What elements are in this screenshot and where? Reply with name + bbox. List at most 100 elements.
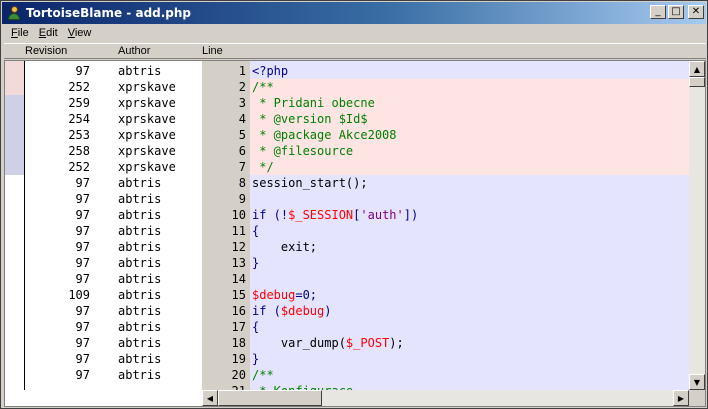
code-token: <?php <box>252 64 289 78</box>
line-number: 7 <box>238 160 246 174</box>
close-button[interactable]: ✕ <box>688 5 704 19</box>
code-token: { <box>252 320 260 334</box>
blame-row[interactable]: 97 abtris <box>25 367 202 383</box>
column-header-author[interactable]: Author <box>118 45 150 57</box>
menu-bar: File Edit View <box>2 24 706 42</box>
code-token: * Pridani obecne <box>252 96 375 110</box>
revision-cell: 97 <box>75 320 90 334</box>
vertical-scroll-thumb[interactable] <box>689 77 705 87</box>
code-line[interactable]: session_start(); <box>250 175 689 191</box>
code-line[interactable]: * Pridani obecne <box>250 95 689 111</box>
menu-file[interactable]: File <box>6 27 34 39</box>
blame-row[interactable]: 97 abtris <box>25 351 202 367</box>
blame-row[interactable]: 97 abtris <box>25 239 202 255</box>
revision-cell: 97 <box>75 240 90 254</box>
author-cell: abtris <box>118 352 162 366</box>
title-bar[interactable]: TortoiseBlame - add.php _ □ ✕ <box>2 2 706 24</box>
tortoiseblame-window: TortoiseBlame - add.php _ □ ✕ File Edit … <box>0 0 708 409</box>
horizontal-scroll-thumb[interactable] <box>218 390 322 406</box>
code-token: { <box>252 224 260 238</box>
author-cell: abtris <box>118 336 162 350</box>
scroll-down-button[interactable]: ▼ <box>689 374 705 390</box>
minimize-button[interactable]: _ <box>650 5 666 19</box>
blame-view[interactable]: 97 abtris 252 xprskave 259 xprskave 254 xprskav… <box>4 60 706 407</box>
menu-file-mnemonic: F <box>11 27 18 39</box>
scroll-left-button[interactable]: ◀ <box>202 390 218 406</box>
code-line[interactable]: { <box>250 223 689 239</box>
window-title: TortoiseBlame - add.php <box>26 6 192 20</box>
blame-row[interactable]: 97 abtris <box>25 271 202 287</box>
line-number: 18 <box>231 336 246 350</box>
scroll-right-button[interactable]: ▶ <box>673 390 689 406</box>
code-line[interactable]: exit; <box>250 239 689 255</box>
code-line[interactable]: * @filesource <box>250 143 689 159</box>
code-line[interactable]: /** <box>250 79 689 95</box>
horizontal-scrollbar[interactable]: ◀ ▶ <box>202 390 689 406</box>
blame-row[interactable]: 97 abtris <box>25 63 202 79</box>
blame-row[interactable]: 254 xprskave <box>25 111 202 127</box>
vertical-scrollbar[interactable]: ▲ ▼ <box>689 61 705 390</box>
revision-author-column[interactable]: 97 abtris 252 xprskave 259 xprskave 254 xprskav… <box>25 61 202 390</box>
line-number: 12 <box>231 240 246 254</box>
line-number: 9 <box>238 192 246 206</box>
column-header-revision[interactable]: Revision <box>25 45 67 57</box>
author-cell: xprskave <box>118 112 176 126</box>
line-number: 4 <box>238 112 246 126</box>
code-line[interactable]: if ($debug) <box>250 303 689 319</box>
code-token: $_SESSION <box>288 208 354 222</box>
blame-row[interactable]: 252 xprskave <box>25 159 202 175</box>
code-line[interactable]: { <box>250 319 689 335</box>
code-token: $_POST <box>345 336 390 350</box>
code-line[interactable]: var_dump($_POST); <box>250 335 689 351</box>
blame-row[interactable]: 97 abtris <box>25 175 202 191</box>
blame-row[interactable]: 109 abtris <box>25 287 202 303</box>
blame-row[interactable]: 97 abtris <box>25 255 202 271</box>
line-number: 11 <box>231 224 246 238</box>
blame-row[interactable]: 253 xprskave <box>25 127 202 143</box>
code-line[interactable]: * @package Akce2008 <box>250 127 689 143</box>
code-line[interactable]: /** <box>250 367 689 383</box>
menu-edit[interactable]: Edit <box>34 27 63 39</box>
blame-row[interactable]: 97 abtris <box>25 191 202 207</box>
line-number: 19 <box>231 352 246 366</box>
code-token: */ <box>252 160 274 174</box>
blame-row[interactable]: 259 xprskave <box>25 95 202 111</box>
blame-row[interactable]: 97 abtris <box>25 223 202 239</box>
blame-row[interactable]: 97 abtris <box>25 335 202 351</box>
code-token: ]) <box>403 208 419 222</box>
code-line[interactable]: $debug=0; <box>250 287 689 303</box>
code-view[interactable]: <?php /** * Pridani obecne * @version $Id… <box>250 61 689 390</box>
revision-cell: 97 <box>75 272 90 286</box>
code-token: } <box>252 352 260 366</box>
menu-view-rest: iew <box>74 27 92 39</box>
revision-cell: 97 <box>75 192 90 206</box>
line-number: 10 <box>231 208 246 222</box>
code-line[interactable]: * @version $Id$ <box>250 111 689 127</box>
line-number: 5 <box>238 128 246 142</box>
author-cell: abtris <box>118 288 162 302</box>
scroll-up-button[interactable]: ▲ <box>689 61 705 77</box>
blame-row[interactable]: 252 xprskave <box>25 79 202 95</box>
code-line[interactable]: if (!$_SESSION['auth']) <box>250 207 689 223</box>
menu-view[interactable]: View <box>63 27 97 39</box>
blame-row[interactable]: 97 abtris <box>25 207 202 223</box>
blame-row[interactable]: 258 xprskave <box>25 143 202 159</box>
code-line[interactable]: } <box>250 255 689 271</box>
code-token: $debug <box>280 304 325 318</box>
code-line[interactable]: } <box>250 351 689 367</box>
line-number: 3 <box>238 96 246 110</box>
blame-row[interactable]: 97 abtris <box>25 319 202 335</box>
code-line[interactable] <box>250 191 689 207</box>
scrollbar-corner <box>689 390 705 406</box>
revision-age-stripe <box>5 61 25 399</box>
code-line[interactable]: <?php <box>250 63 689 79</box>
column-header-line[interactable]: Line <box>202 45 223 57</box>
revision-cell: 97 <box>75 352 90 366</box>
blame-row[interactable]: 97 abtris <box>25 303 202 319</box>
code-line[interactable]: */ <box>250 159 689 175</box>
code-line[interactable]: * Konfigurace <box>250 383 689 390</box>
code-line[interactable] <box>250 271 689 287</box>
revision-cell: 97 <box>75 224 90 238</box>
author-cell: abtris <box>118 256 162 270</box>
maximize-button[interactable]: □ <box>668 5 684 19</box>
